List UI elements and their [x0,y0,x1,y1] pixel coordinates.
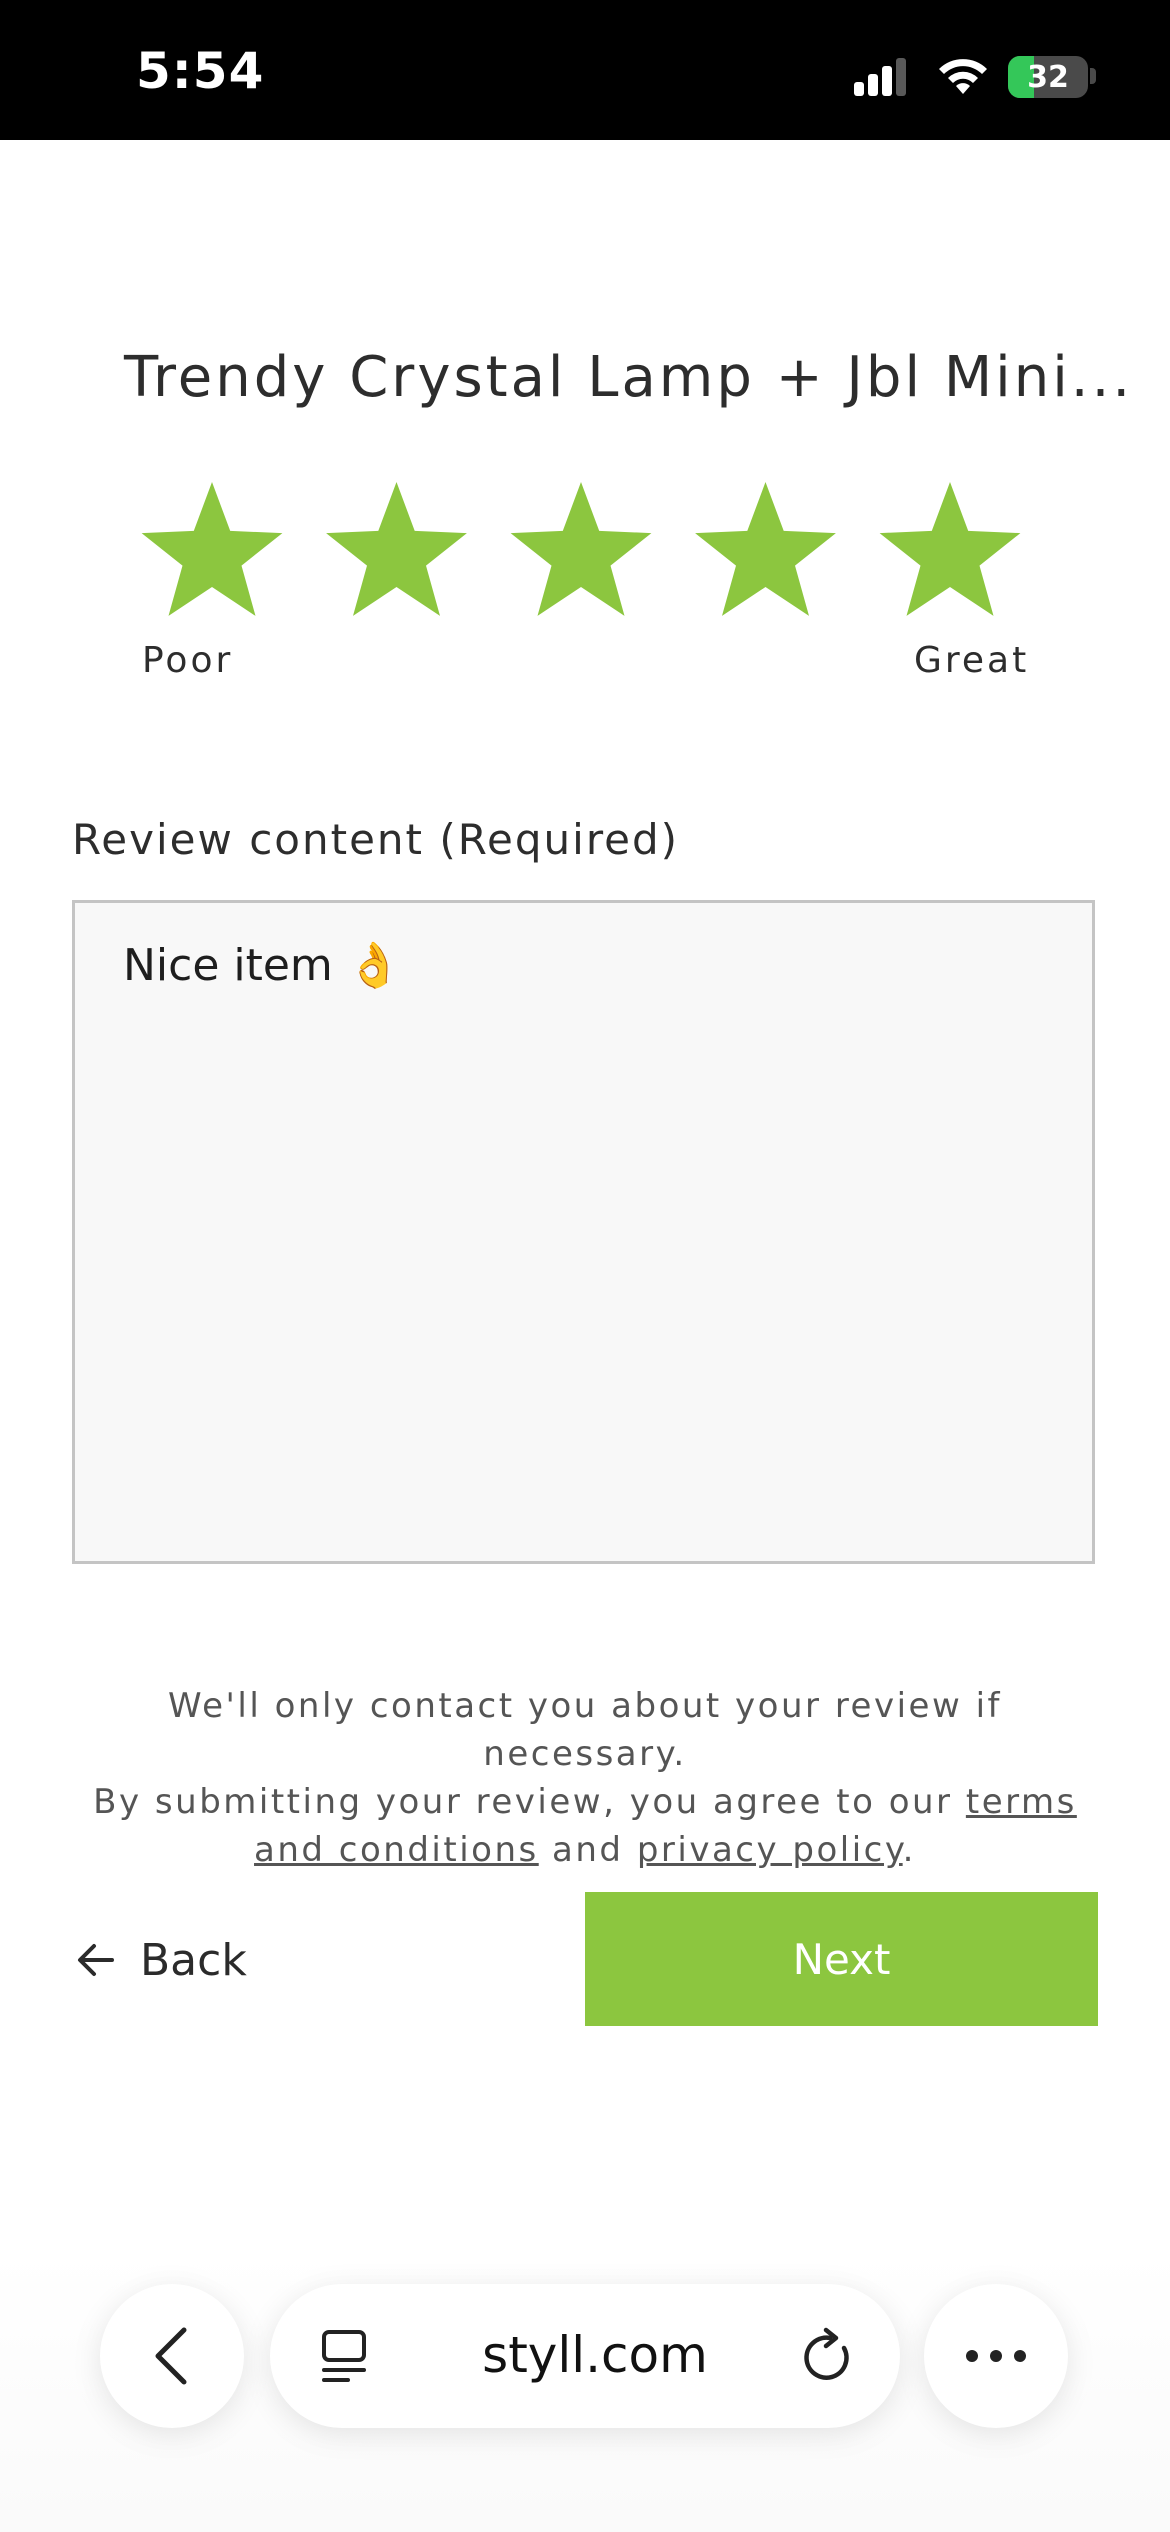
cellular-signal-icon [854,58,906,96]
review-disclaimer: We'll only contact you about your review… [60,1682,1110,1874]
url-text: styll.com [482,2326,708,2384]
reload-icon[interactable] [800,2326,856,2386]
wifi-icon [939,59,987,94]
disclaimer-suffix: . [902,1830,916,1870]
page-menu-icon [322,2330,366,2382]
review-text: Nice item 👌 [123,940,402,991]
star-icon[interactable] [141,482,283,616]
browser-back-button[interactable] [100,2284,244,2428]
privacy-link[interactable]: privacy policy [637,1830,903,1870]
battery-nub [1090,68,1096,84]
battery-percent: 32 [1027,60,1069,95]
disclaimer-line2: By submitting your review, you agree to … [60,1778,1110,1874]
rating-high-label: Great [914,640,1030,681]
more-icon [966,2350,1026,2362]
product-title: Trendy Crystal Lamp + Jbl Mini... [124,345,1134,410]
arrow-left-icon [78,1944,114,1976]
rating-low-label: Poor [142,640,234,681]
back-label: Back [140,1934,247,1986]
chevron-left-icon [155,2327,187,2385]
star-rating[interactable] [138,478,1033,626]
stars-svg [141,482,1021,616]
star-icon[interactable] [510,482,652,616]
disclaimer-prefix: By submitting your review, you agree to … [93,1782,966,1822]
star-icon[interactable] [326,482,467,616]
next-label: Next [792,1934,891,1984]
disclaimer-joiner: and [538,1830,637,1870]
star-icon[interactable] [879,482,1021,616]
status-time: 5:54 [136,42,265,100]
star-icon[interactable] [695,482,836,616]
review-content-label: Review content (Required) [72,815,680,864]
address-bar[interactable]: styll.com [270,2284,900,2428]
browser-more-button[interactable] [924,2284,1068,2428]
back-button[interactable]: Back [76,1930,247,1990]
next-button[interactable]: Next [585,1892,1098,2026]
review-textarea[interactable]: Nice item 👌 [72,900,1095,1564]
disclaimer-line1: We'll only contact you about your review… [168,1686,1002,1774]
battery-charging-icon: 32 [1008,56,1088,98]
